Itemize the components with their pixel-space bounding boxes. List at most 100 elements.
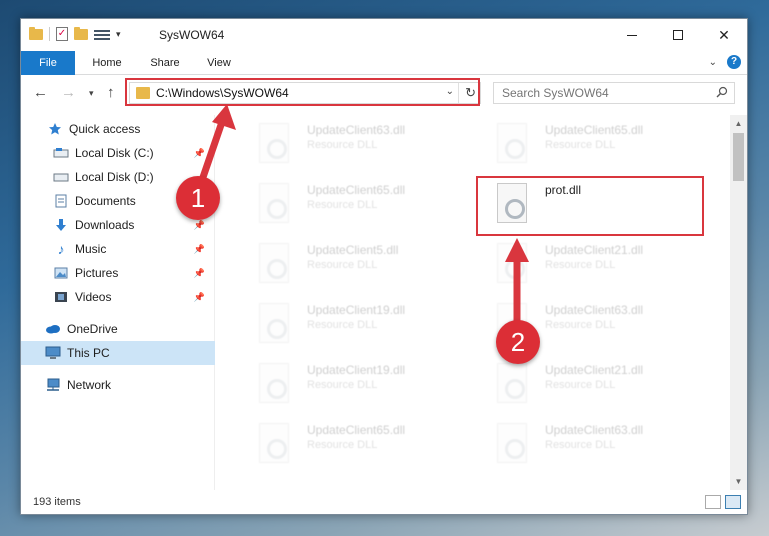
window-controls: ✕ xyxy=(609,19,747,51)
sidebar-item-local-disk-c[interactable]: Local Disk (C:) 📌 xyxy=(21,141,215,165)
file-list: UpdateClient63.dll Resource DLL UpdateCl… xyxy=(221,115,731,490)
network-icon xyxy=(45,378,61,392)
toolbar-divider xyxy=(49,27,50,41)
scrollbar-thumb[interactable] xyxy=(733,133,744,181)
videos-icon xyxy=(53,290,69,304)
file-name: UpdateClient21.dll xyxy=(545,243,644,257)
view-toggle xyxy=(705,495,741,509)
pin-icon[interactable]: 📌 xyxy=(194,220,205,231)
properties-check-icon[interactable]: ✓ xyxy=(56,27,68,41)
file-type: Resource DLL xyxy=(545,139,616,151)
file-item[interactable]: UpdateClient21.dll Resource DLL xyxy=(479,237,699,293)
sidebar-item-quick-access[interactable]: Quick access xyxy=(21,117,215,141)
vertical-scrollbar[interactable]: ▲ ▼ xyxy=(730,115,747,490)
dll-file-icon xyxy=(497,243,527,283)
item-count: 193 items xyxy=(33,496,81,508)
pin-icon[interactable]: 📌 xyxy=(194,244,205,255)
dll-file-icon xyxy=(259,303,289,343)
maximize-icon xyxy=(673,30,683,40)
tab-view[interactable]: View xyxy=(199,51,239,75)
sidebar-item-onedrive[interactable]: OneDrive xyxy=(21,317,215,341)
file-item[interactable]: UpdateClient63.dll Resource DLL xyxy=(479,417,699,473)
dll-file-icon xyxy=(497,363,527,403)
sidebar-item-label: Quick access xyxy=(69,122,141,136)
dll-file-icon xyxy=(497,123,527,163)
pin-icon[interactable]: 📌 xyxy=(194,268,205,279)
file-item[interactable]: UpdateClient63.dll Resource DLL xyxy=(241,117,461,173)
file-name: UpdateClient63.dll xyxy=(307,123,406,137)
file-type: Resource DLL xyxy=(307,439,378,451)
sidebar-item-label: Downloads xyxy=(75,218,135,232)
file-type: Resource DLL xyxy=(307,259,378,271)
sidebar-item-label: Local Disk (C:) xyxy=(75,146,154,160)
close-icon: ✕ xyxy=(718,26,730,43)
file-item[interactable]: UpdateClient21.dll Resource DLL xyxy=(479,357,699,413)
file-type: Resource DLL xyxy=(545,259,616,271)
quick-access-toolbar: ✓ ▾ xyxy=(29,26,121,41)
file-item[interactable]: UpdateClient65.dll Resource DLL xyxy=(241,177,461,233)
file-name: UpdateClient63.dll xyxy=(545,423,644,437)
dll-file-icon xyxy=(259,363,289,403)
tab-share[interactable]: Share xyxy=(143,51,187,75)
file-item[interactable]: UpdateClient19.dll Resource DLL xyxy=(241,357,461,413)
search-icon[interactable] xyxy=(716,86,728,98)
sidebar-item-label: OneDrive xyxy=(67,322,118,336)
window-title: SysWOW64 xyxy=(159,28,225,42)
new-folder-icon[interactable] xyxy=(74,26,88,40)
forward-arrow-icon[interactable]: → xyxy=(61,84,76,101)
computer-icon xyxy=(45,346,61,360)
pictures-icon xyxy=(53,266,69,280)
pin-icon[interactable]: 📌 xyxy=(194,292,205,303)
dll-file-icon xyxy=(497,423,527,463)
file-item[interactable]: UpdateClient5.dll Resource DLL xyxy=(241,237,461,293)
sidebar-item-this-pc[interactable]: This PC xyxy=(21,341,215,365)
tab-home[interactable]: Home xyxy=(85,51,129,75)
sidebar-item-music[interactable]: ♪ Music 📌 xyxy=(21,237,215,261)
customize-toolbar-dropdown[interactable]: ▾ xyxy=(116,29,121,40)
sidebar-item-network[interactable]: Network xyxy=(21,373,215,397)
sidebar-item-label: Documents xyxy=(75,194,136,208)
file-type: Resource DLL xyxy=(307,379,378,391)
file-item[interactable]: UpdateClient65.dll Resource DLL xyxy=(479,117,699,173)
maximize-button[interactable] xyxy=(655,19,701,51)
large-icons-view-icon[interactable] xyxy=(725,495,741,509)
details-view-icon[interactable] xyxy=(705,495,721,509)
folder-icon xyxy=(29,26,43,40)
recent-locations-icon[interactable]: ▾ xyxy=(89,88,94,99)
navigation-pane: Quick access Local Disk (C:) 📌 Local Dis… xyxy=(21,115,215,490)
file-name: UpdateClient19.dll xyxy=(307,303,406,317)
sidebar-item-label: Pictures xyxy=(75,266,119,280)
documents-icon xyxy=(53,194,69,208)
file-item[interactable]: UpdateClient65.dll Resource DLL xyxy=(241,417,461,473)
sidebar-item-pictures[interactable]: Pictures 📌 xyxy=(21,261,215,285)
minimize-button[interactable] xyxy=(609,19,655,51)
search-box[interactable] xyxy=(493,82,735,104)
ribbon-controls: ⌄ ? xyxy=(709,55,741,69)
help-icon[interactable]: ? xyxy=(727,55,741,69)
sidebar-item-label: Network xyxy=(67,378,112,392)
scroll-up-icon[interactable]: ▲ xyxy=(730,115,747,132)
close-button[interactable]: ✕ xyxy=(701,19,747,51)
sidebar-item-videos[interactable]: Videos 📌 xyxy=(21,285,215,309)
tab-file[interactable]: File xyxy=(21,51,75,75)
dll-file-icon xyxy=(259,423,289,463)
prot-dll-highlight xyxy=(476,176,704,236)
sidebar-item-label: Local Disk (D:) xyxy=(75,170,154,184)
title-bar: ✓ ▾ SysWOW64 ✕ xyxy=(21,19,747,51)
back-arrow-icon[interactable]: ← xyxy=(33,84,48,101)
file-type: Resource DLL xyxy=(307,139,378,151)
file-type: Resource DLL xyxy=(545,379,616,391)
file-name: UpdateClient65.dll xyxy=(545,123,644,137)
ribbon-tabs: File Home Share View ⌄ ? xyxy=(21,51,747,75)
step-1-badge: 1 xyxy=(176,176,220,220)
search-input[interactable] xyxy=(494,83,694,103)
sidebar-item-label: This PC xyxy=(67,346,110,360)
file-item[interactable]: UpdateClient19.dll Resource DLL xyxy=(241,297,461,353)
cloud-icon xyxy=(45,322,61,336)
expand-ribbon-icon[interactable]: ⌄ xyxy=(709,57,717,68)
file-type: Resource DLL xyxy=(307,199,378,211)
pin-icon[interactable]: 📌 xyxy=(194,148,205,159)
scroll-down-icon[interactable]: ▼ xyxy=(730,473,747,490)
properties-icon[interactable] xyxy=(94,28,110,40)
up-arrow-icon[interactable]: ↑ xyxy=(107,84,115,101)
